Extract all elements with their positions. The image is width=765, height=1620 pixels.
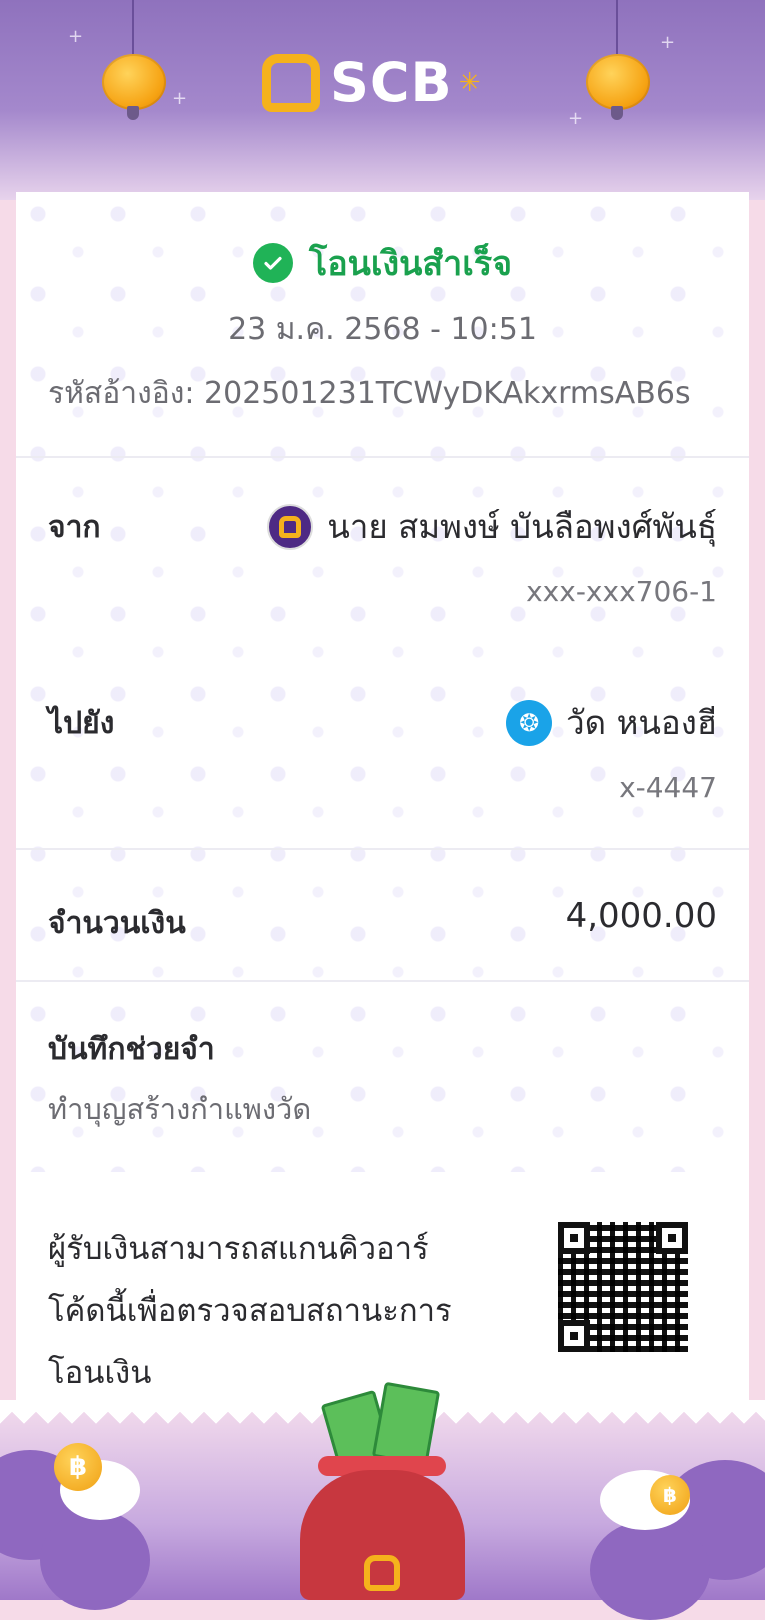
sparkle-icon: + [172,88,188,109]
memo-label: บันทึกช่วยจำ [48,1032,215,1067]
qr-finder [656,1222,688,1254]
ktb-bank-icon: ❂ [506,699,553,746]
divider [16,848,749,850]
sparkle-icon: + [568,108,584,129]
memo-text: ทำบุญสร้างกำแพงวัด [48,1092,312,1126]
to-account-number: x-4447 [619,771,717,804]
qr-description: ผู้รับเงินสามารถสแกนคิวอาร์ โค้ดนี้เพื่อ… [48,1218,508,1404]
sparkle-icon: + [68,26,84,47]
scb-logo-icon [364,1555,400,1591]
from-name: นาย สมพงษ์ บันลือพงศ์พันธุ์ [327,507,717,546]
star-icon: ✳ [458,68,481,98]
divider [16,980,749,982]
reference-number: รหัสอ้างอิง: 202501231TCWyDKAkxrmsAB6s [48,376,691,411]
from-account: นาย สมพงษ์ บันลือพงศ์พันธุ์ xxx-xxx706-1 [267,500,717,608]
qr-finder [558,1222,590,1254]
lantern-icon [586,0,650,120]
qr-text-line: ผู้รับเงินสามารถสแกนคิวอาร์ [48,1231,429,1267]
header: + + + + SCB ✳ [0,0,765,200]
baht-coin-icon: ฿ [54,1443,102,1491]
cloud-icon [40,1510,150,1610]
to-label: ไปยัง [48,706,115,741]
qr-text-line: โค้ดนี้เพื่อตรวจสอบสถานะการ [48,1293,452,1329]
scb-logo: SCB ✳ [262,48,480,118]
check-circle-icon [252,243,293,283]
baht-coin-icon: ฿ [650,1475,690,1515]
to-account: ❂ วัด หนองฮี x-4447 [506,696,717,804]
scb-bank-icon [267,503,314,550]
from-account-number: xxx-xxx706-1 [526,575,717,608]
lantern-icon [102,0,166,120]
status-row: โอนเงินสำเร็จ [16,236,749,290]
status-text: โอนเงินสำเร็จ [308,244,513,284]
qr-code [558,1222,688,1352]
qr-finder [558,1320,590,1352]
scb-logo-icon [262,54,320,112]
slip-card: โอนเงินสำเร็จ 23 ม.ค. 2568 - 10:51 รหัสอ… [16,192,749,1410]
amount-value: 4,000.00 [565,896,717,936]
transaction-datetime: 23 ม.ค. 2568 - 10:51 [228,312,537,347]
from-label: จาก [48,510,101,545]
amount-label: จำนวนเงิน [48,906,186,941]
brand-name: SCB [330,51,453,114]
divider [16,456,749,458]
cloud-icon [590,1520,710,1620]
to-name: วัด หนองฮี [566,703,717,742]
sparkle-icon: + [660,32,676,53]
